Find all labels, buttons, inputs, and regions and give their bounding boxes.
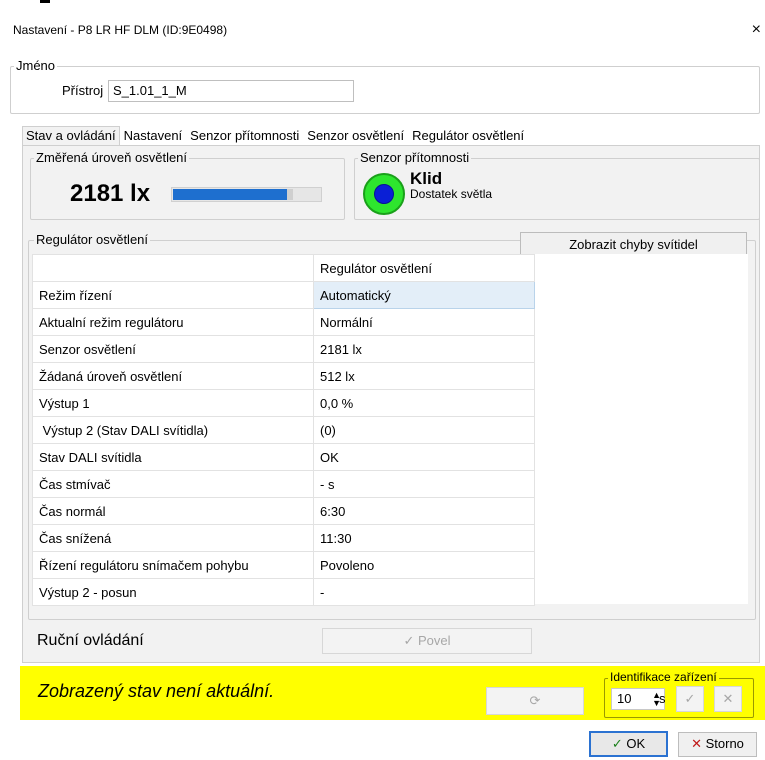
row-value[interactable]: 512 lx [313,362,535,390]
table-row[interactable]: Žádaná úroveň osvětlení 512 lx [32,362,535,390]
identification-seconds-spinner[interactable]: 10 ▲ ▼ [611,688,665,710]
tab-presence-sensor[interactable]: Senzor přítomnosti [186,126,303,146]
check-icon: ✓ [403,633,415,648]
device-label: Přístroj [62,83,104,98]
table-row[interactable]: Čas normál 6:30 [32,497,535,525]
row-name: Senzor osvětlení [32,335,314,363]
regulator-table: Regulátor osvětlení Režim řízení Automati… [32,254,535,606]
identification-seconds-value: 10 [617,691,632,706]
row-value[interactable]: OK [313,443,535,471]
table-row[interactable]: Výstup 2 - posun - [32,578,535,606]
presence-status-dot [374,184,394,204]
row-name: Žádaná úroveň osvětlení [32,362,314,390]
close-icon: ✕ [691,736,702,751]
status-warning-text: Zobrazený stav není aktuální. [38,681,275,701]
close-icon: ✕ [722,691,734,706]
tab-settings[interactable]: Nastavení [120,126,187,146]
title-bar: Nastavení - P8 LR HF DLM (ID:9E0498) × [0,14,765,50]
row-name: Stav DALI svítidla [32,443,314,471]
identification-unit: s [659,691,666,706]
row-value[interactable]: 0,0 % [313,389,535,417]
identify-confirm-button[interactable]: ✓ [676,686,704,712]
presence-state: Klid [410,169,443,188]
table-row[interactable]: Aktualní režim regulátoru Normální [32,308,535,336]
identification-label: Identifikace zařízení [608,670,719,684]
row-name: Aktualní režim regulátoru [32,308,314,336]
close-icon[interactable]: × [752,21,761,39]
row-name: Režim řízení [32,281,314,309]
presence-sensor-label: Senzor přítomnosti [358,150,472,165]
row-name: Výstup 2 (Stav DALI svítidla) [32,416,314,444]
row-name: Čas snížená [32,524,314,552]
row-name: Řízení regulátoru snímačem pohybu [32,551,314,579]
ok-button[interactable]: ✓ OK [589,731,668,757]
row-value[interactable]: 11:30 [313,524,535,552]
table-row[interactable]: Řízení regulátoru snímačem pohybu Povolen… [32,551,535,579]
table-header-row: Regulátor osvětlení [32,254,535,282]
light-level-bar [171,187,322,202]
device-name-input[interactable]: S_1.01_1_M [108,80,354,102]
row-name: Výstup 1 [32,389,314,417]
tab-status-control[interactable]: Stav a ovládání [22,126,120,146]
check-icon: ✓ [684,691,696,706]
table-row[interactable]: Výstup 1 0,0 % [32,389,535,417]
check-icon: ✓ [611,736,623,751]
tab-light-sensor[interactable]: Senzor osvětlení [303,126,408,146]
presence-status-icon [363,173,405,215]
refresh-icon: ⟳ [529,693,541,708]
row-value[interactable]: 6:30 [313,497,535,525]
table-row[interactable]: Stav DALI svítidla OK [32,443,535,471]
row-value[interactable]: (0) [313,416,535,444]
table-row[interactable]: Čas stmívač - s [32,470,535,498]
regulator-group-label: Regulátor osvětlení [34,232,151,247]
row-value[interactable]: 2181 lx [313,335,535,363]
table-row[interactable]: Čas snížená 11:30 [32,524,535,552]
row-value[interactable]: Povoleno [313,551,535,579]
ok-button-label: OK [626,736,646,751]
light-level-bar-edge [287,189,293,200]
manual-control-label: Ruční ovládání [37,632,144,649]
table-row[interactable]: Režim řízení Automatický [32,281,535,309]
row-name: Čas normál [32,497,314,525]
presence-detail: Dostatek světla [410,187,493,201]
tab-bar: Stav a ovládání Nastavení Senzor přítomn… [22,126,528,146]
table-column-header: Regulátor osvětlení [313,254,535,282]
row-value[interactable]: Automatický [313,281,535,309]
name-group-label: Jméno [14,58,58,73]
table-header-empty [32,254,314,282]
cancel-button-label: Storno [705,736,744,751]
row-name: Čas stmívač [32,470,314,498]
window-edge-mark [40,0,50,3]
table-row[interactable]: Výstup 2 (Stav DALI svítidla) (0) [32,416,535,444]
refresh-button[interactable]: ⟳ [486,687,584,715]
row-name: Výstup 2 - posun [32,578,314,606]
row-value[interactable]: - [313,578,535,606]
command-button-label: Povel [418,633,451,648]
row-value[interactable]: - s [313,470,535,498]
cancel-button[interactable]: ✕ Storno [678,732,757,757]
window-title: Nastavení - P8 LR HF DLM (ID:9E0498) [13,23,228,37]
row-value[interactable]: Normální [313,308,535,336]
light-level-bar-fill [173,189,287,200]
tab-light-regulator[interactable]: Regulátor osvětlení [408,126,528,146]
identify-cancel-button[interactable]: ✕ [714,686,742,712]
measured-level-label: Změřená úroveň osvětlení [34,150,190,165]
measured-level-value: 2181 lx [70,180,151,207]
command-button[interactable]: ✓ Povel [322,628,532,654]
table-row[interactable]: Senzor osvětlení 2181 lx [32,335,535,363]
